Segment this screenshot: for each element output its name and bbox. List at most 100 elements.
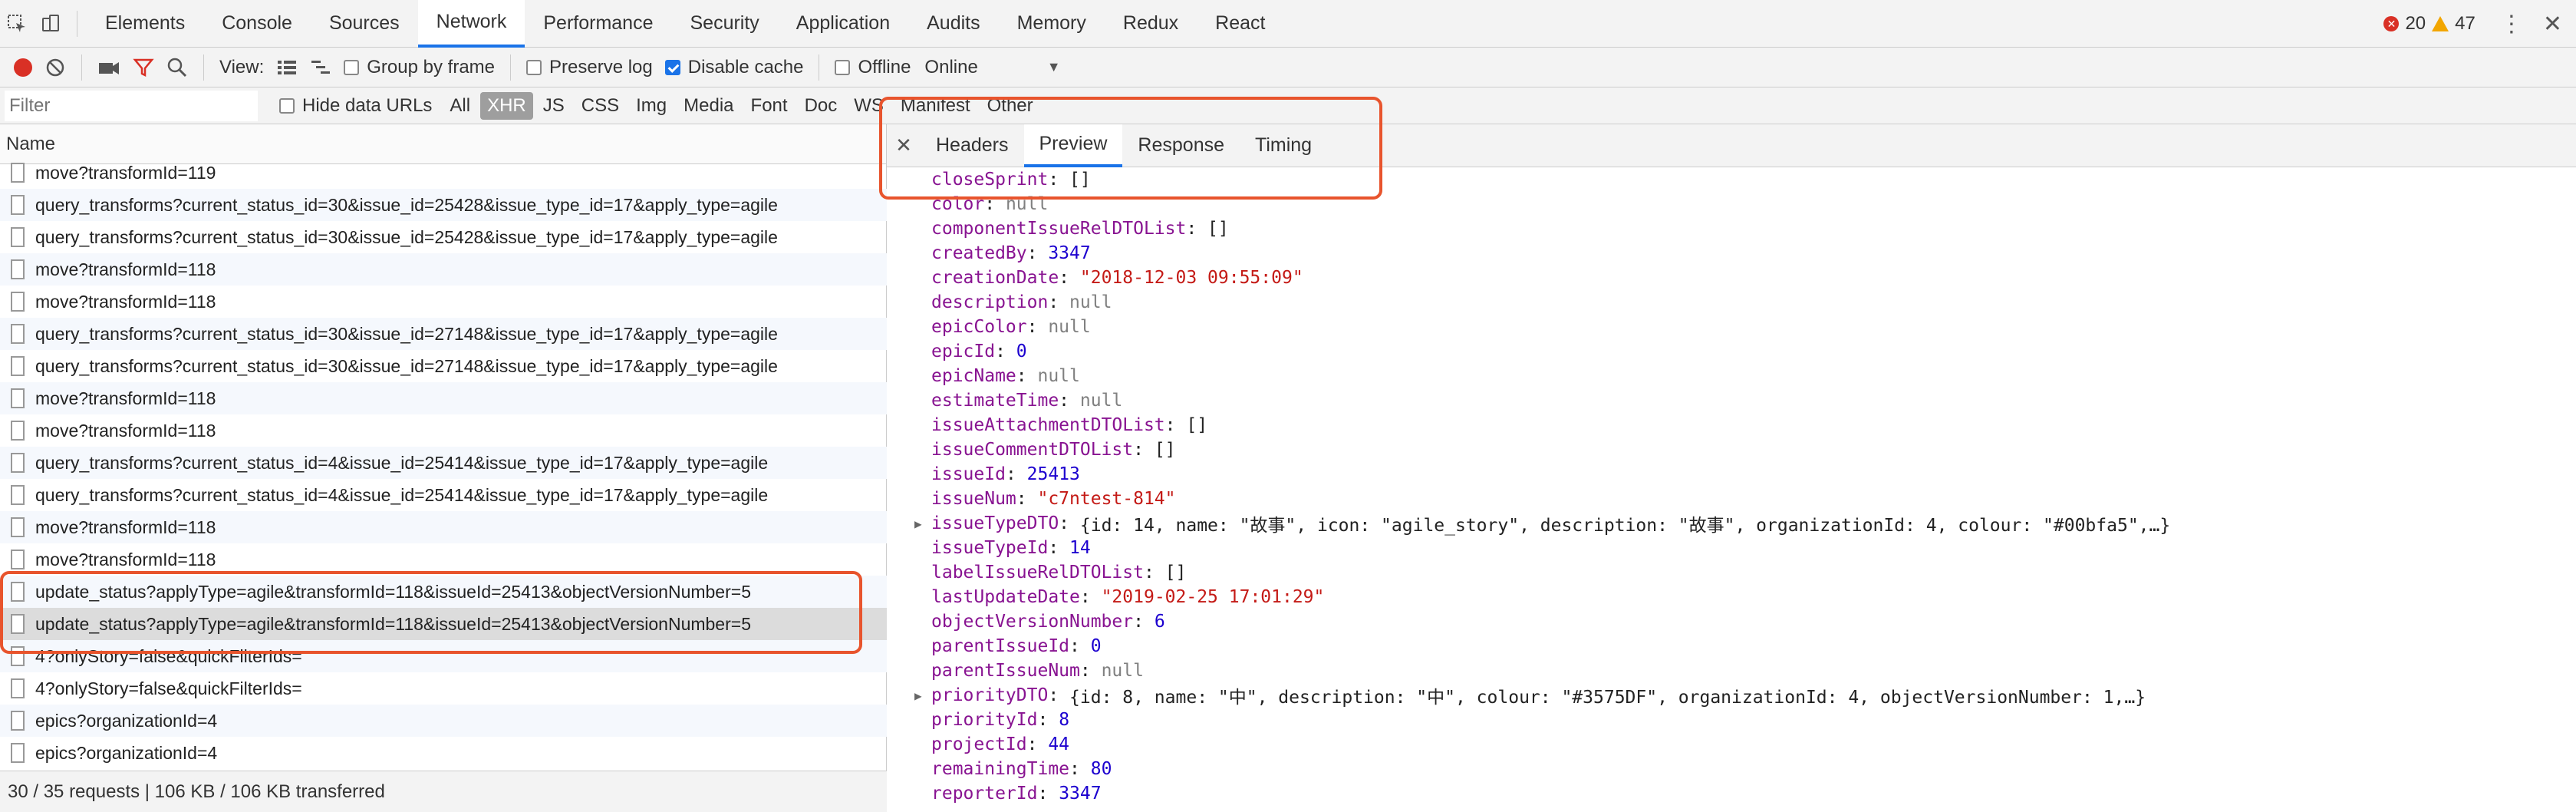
more-options-icon[interactable]: ⋮ [2500, 11, 2523, 38]
close-detail-icon[interactable]: ✕ [887, 134, 921, 157]
filter-type-media[interactable]: Media [677, 92, 740, 120]
request-name: query_transforms?current_status_id=30&is… [35, 226, 778, 247]
request-list: move?transformId=119 query_transforms?cur… [0, 157, 887, 763]
request-row[interactable]: move?transformId=119 [0, 157, 887, 189]
checkbox-checked[interactable] [664, 59, 680, 75]
filter-type-manifest[interactable]: Manifest [894, 92, 977, 120]
filter-type-ws[interactable]: WS [847, 92, 891, 120]
tab-network[interactable]: Network [417, 0, 525, 48]
request-row[interactable]: query_transforms?current_status_id=4&iss… [0, 447, 887, 479]
request-name: 4?onlyStory=false&quickFilterIds= [35, 645, 302, 666]
filter-type-all[interactable]: All [443, 92, 477, 120]
tab-console[interactable]: Console [203, 0, 311, 48]
warning-icon [2432, 16, 2449, 31]
checkbox[interactable] [835, 59, 851, 75]
group-by-frame-checkbox[interactable]: Group by frame [338, 48, 501, 87]
json-colon: : [1026, 317, 1049, 337]
request-row[interactable]: move?transformId=118 [0, 253, 887, 286]
tab-audits[interactable]: Audits [908, 0, 998, 48]
json-key: projectId [931, 734, 1027, 754]
tab-application[interactable]: Application [778, 0, 908, 48]
json-value: 44 [1048, 734, 1070, 754]
throttling-select[interactable]: Online ▼ [917, 48, 1066, 87]
request-row[interactable]: move?transformId=118 [0, 414, 887, 447]
request-row[interactable]: move?transformId=118 [0, 382, 887, 414]
request-row[interactable]: update_status?applyType=agile&transformI… [0, 608, 887, 640]
json-value: null [1037, 366, 1080, 386]
capture-screenshots-button[interactable] [91, 48, 127, 87]
tab-sources[interactable]: Sources [311, 0, 418, 48]
tab-react[interactable]: React [1197, 0, 1283, 48]
device-toolbar-icon[interactable] [34, 0, 68, 48]
json-colon: : [1016, 489, 1038, 509]
filter-type-other[interactable]: Other [980, 92, 1040, 120]
file-icon [11, 517, 25, 537]
request-row[interactable]: 4?onlyStory=false&quickFilterIds= [0, 640, 887, 672]
request-row[interactable]: move?transformId=118 [0, 511, 887, 543]
request-row[interactable]: epics?organizationId=4 [0, 705, 887, 737]
tab-redux[interactable]: Redux [1105, 0, 1197, 48]
offline-checkbox[interactable]: Offline [828, 48, 917, 87]
json-property: issueNum: "c7ntest-814" [887, 487, 2576, 511]
json-property[interactable]: ▶ issueTypeDTO: {id: 14, name: "故事", icon… [887, 511, 2576, 536]
json-property: reporterId: 3347 [887, 781, 2576, 806]
console-counts[interactable]: ✕ 20 47 ⋮ ✕ [2383, 0, 2576, 48]
error-icon: ✕ [2383, 16, 2400, 31]
request-row[interactable]: query_transforms?current_status_id=30&is… [0, 318, 887, 350]
clear-button[interactable] [38, 48, 72, 87]
tab-memory[interactable]: Memory [999, 0, 1105, 48]
detail-tab-preview[interactable]: Preview [1023, 124, 1123, 167]
filter-type-img[interactable]: Img [629, 92, 674, 120]
json-property[interactable]: ▶ priorityDTO: {id: 8, name: "中", descrip… [887, 683, 2576, 708]
filter-type-font[interactable]: Font [744, 92, 795, 120]
tab-performance[interactable]: Performance [525, 0, 671, 48]
resource-type-filters: All XHR JS CSS Img Media Font Doc WS Manifest Othe… [441, 91, 1041, 120]
detail-tab-timing[interactable]: Timing [1240, 124, 1327, 167]
json-colon: : [1079, 661, 1102, 681]
expand-triangle-icon[interactable]: ▶ [914, 517, 931, 531]
checkbox[interactable] [344, 59, 360, 75]
filter-type-js[interactable]: JS [536, 92, 572, 120]
request-row[interactable]: epics?organizationId=4 [0, 737, 887, 763]
waterfall-view-button[interactable] [304, 48, 338, 87]
filter-type-css[interactable]: CSS [575, 92, 626, 120]
request-row[interactable]: move?transformId=118 [0, 286, 887, 318]
inspect-element-icon[interactable] [0, 0, 34, 48]
request-row[interactable]: 4?onlyStory=false&quickFilterIds= [0, 672, 887, 705]
hide-data-urls-label: Hide data URLs [302, 94, 433, 116]
checkbox[interactable] [526, 59, 542, 75]
file-icon [11, 163, 25, 183]
close-devtools-icon[interactable]: ✕ [2543, 11, 2562, 38]
filter-toggle-button[interactable] [127, 48, 160, 87]
request-row[interactable]: move?transformId=118 [0, 543, 887, 576]
filter-type-xhr[interactable]: XHR [480, 91, 533, 120]
json-key: creationDate [931, 268, 1059, 288]
request-row[interactable]: query_transforms?current_status_id=30&is… [0, 350, 887, 382]
filter-type-doc[interactable]: Doc [798, 92, 845, 120]
json-property: projectId: 44 [887, 732, 2576, 757]
tab-elements[interactable]: Elements [87, 0, 203, 48]
json-key: issueNum [931, 489, 1016, 509]
record-button[interactable] [0, 48, 38, 87]
detail-tabs: ✕ Headers Preview Response Timing [887, 124, 2576, 167]
disable-cache-checkbox[interactable]: Disable cache [659, 48, 810, 87]
hide-data-urls-checkbox[interactable]: Hide data URLs [273, 86, 438, 126]
json-key: createdBy [931, 243, 1027, 263]
request-row[interactable]: update_status?applyType=agile&transformI… [0, 576, 887, 608]
json-value: [] [1186, 415, 1208, 435]
request-row[interactable]: query_transforms?current_status_id=4&iss… [0, 479, 887, 511]
checkbox[interactable] [279, 97, 295, 114]
preserve-log-checkbox[interactable]: Preserve log [520, 48, 659, 87]
search-button[interactable] [160, 48, 194, 87]
filter-input[interactable] [5, 90, 258, 121]
network-toolbar: View: Group by frame Preserve log Disabl… [0, 48, 2576, 87]
expand-triangle-icon[interactable]: ▶ [914, 688, 931, 703]
json-key: description [931, 292, 1049, 312]
tab-security[interactable]: Security [671, 0, 777, 48]
large-rows-button[interactable] [270, 48, 304, 87]
request-row[interactable]: query_transforms?current_status_id=30&is… [0, 189, 887, 221]
detail-tab-headers[interactable]: Headers [921, 124, 1024, 167]
request-row[interactable]: query_transforms?current_status_id=30&is… [0, 221, 887, 253]
json-colon: : [1048, 292, 1070, 312]
detail-tab-response[interactable]: Response [1122, 124, 1240, 167]
